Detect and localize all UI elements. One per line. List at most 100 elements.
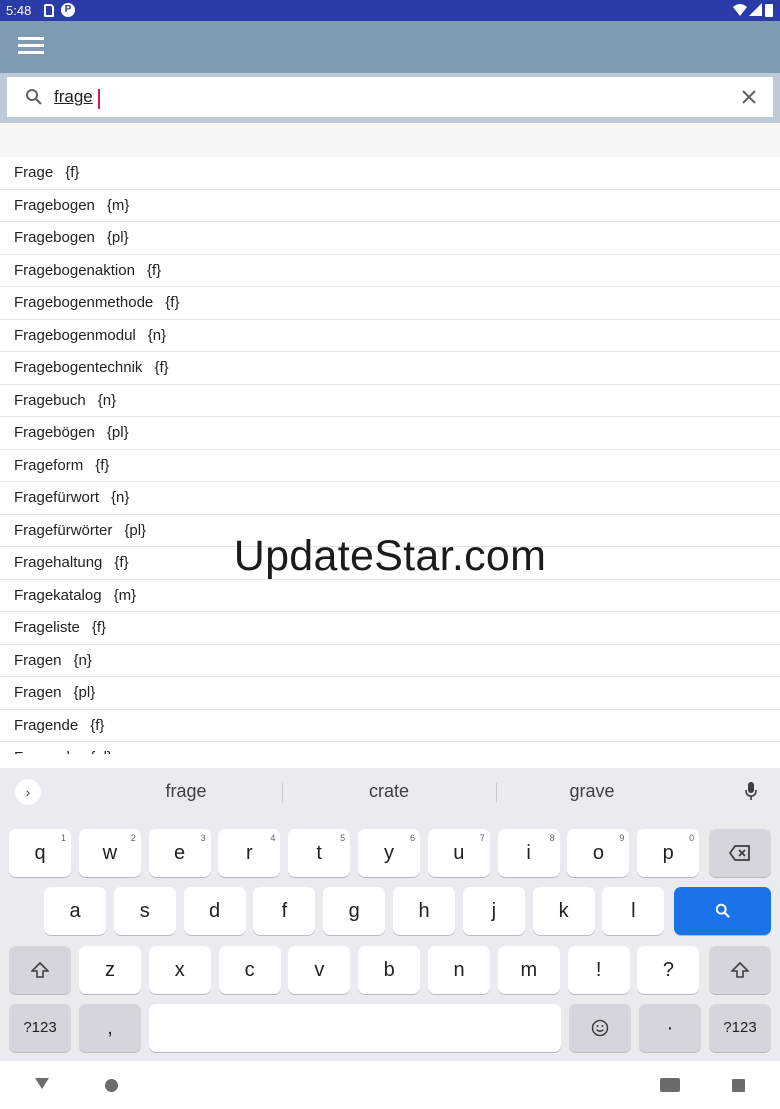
key-n[interactable]: n (428, 946, 490, 994)
entry-gender: {f} (90, 716, 105, 734)
entry-gender: {n} (111, 489, 130, 506)
entry-word: Frage (14, 164, 54, 181)
key-label: e (174, 842, 186, 864)
entry-gender: {m} (106, 196, 130, 214)
key-m[interactable]: m (497, 946, 560, 994)
battery-icon (765, 4, 773, 17)
key-label: r (246, 842, 253, 864)
key-x[interactable]: x (148, 946, 211, 994)
list-item[interactable]: Fragefürwort {n} (0, 482, 780, 515)
key-b[interactable]: b (358, 946, 421, 994)
symbols-key-right[interactable]: ?123 (709, 1004, 771, 1052)
key-e[interactable]: e3 (148, 829, 211, 877)
symbols-key[interactable]: ?123 (9, 1004, 71, 1052)
key-r[interactable]: r4 (218, 829, 281, 877)
key-hint: 7 (479, 833, 485, 843)
list-item[interactable]: Fragebogenaktion {f} (0, 255, 780, 287)
key-o[interactable]: o9 (567, 829, 630, 877)
hamburger-menu-icon[interactable] (18, 36, 44, 56)
entry-gender: {f} (95, 456, 110, 474)
list-item[interactable]: Fragekatalog {m} (0, 580, 780, 612)
period-key[interactable]: · (639, 1004, 701, 1052)
key-s[interactable]: s (113, 887, 176, 935)
entry-gender: {f} (65, 164, 80, 181)
key-c[interactable]: c (218, 946, 281, 994)
app-bar (0, 21, 780, 73)
entry-word: Fragekatalog (14, 586, 102, 604)
shift-key-right[interactable] (709, 946, 771, 994)
key-y[interactable]: y6 (358, 829, 420, 877)
list-item[interactable]: Fragebogen {m} (0, 190, 780, 222)
key-p[interactable]: p0 (637, 829, 700, 877)
key-hint: 2 (130, 833, 136, 843)
key-v[interactable]: v (288, 946, 351, 994)
key-label: i (526, 842, 531, 864)
key-question[interactable]: ? (637, 946, 700, 994)
list-item[interactable]: Frageliste {f} (0, 612, 780, 645)
entry-gender: {pl} (106, 229, 129, 246)
list-item[interactable]: Frageform {f} (0, 450, 780, 482)
suggestion-2[interactable]: crate (289, 781, 489, 802)
close-icon[interactable] (740, 88, 758, 106)
list-item[interactable]: Fragebogen {pl} (0, 222, 780, 255)
key-k[interactable]: k (532, 887, 595, 935)
key-label: p (662, 842, 674, 864)
list-item[interactable]: Fragebögen {pl} (0, 417, 780, 450)
list-item[interactable]: Fragebuch {n} (0, 385, 780, 417)
list-item[interactable]: Fragen {pl} (0, 677, 780, 710)
list-header-spacer (0, 123, 780, 157)
watermark: UpdateStar.com (233, 532, 547, 580)
key-t[interactable]: t5 (288, 829, 351, 877)
suggestion-1[interactable]: frage (86, 781, 286, 802)
shift-icon (730, 961, 750, 978)
key-hint: 1 (60, 833, 66, 843)
key-a[interactable]: a (44, 887, 106, 935)
entry-word: Frageform (14, 456, 84, 474)
key-label: q (34, 842, 46, 864)
key-label: t (316, 842, 322, 864)
home-icon[interactable] (105, 1079, 118, 1092)
list-item[interactable]: Frage {f} (0, 157, 780, 190)
results-list[interactable]: Frage {f} Fragebogen {m} Fragebogen {pl} Frage… (0, 157, 780, 754)
space-key[interactable] (149, 1004, 561, 1052)
shift-key[interactable] (9, 946, 71, 994)
key-i[interactable]: i8 (497, 829, 560, 877)
list-item[interactable]: Fragen {n} (0, 645, 780, 677)
search-key[interactable] (674, 887, 771, 935)
wifi-icon (733, 4, 747, 16)
list-item[interactable]: Fragebogenmodul {n} (0, 320, 780, 352)
keyboard-icon[interactable] (660, 1078, 680, 1092)
backspace-key[interactable] (709, 829, 771, 877)
key-exclamation[interactable]: ! (567, 946, 630, 994)
key-f[interactable]: f (253, 887, 316, 935)
key-h[interactable]: h (393, 887, 455, 935)
key-q[interactable]: q1 (9, 829, 71, 877)
navigation-bar (0, 1061, 780, 1109)
emoji-icon (591, 1019, 609, 1037)
key-u[interactable]: u7 (427, 829, 490, 877)
back-icon[interactable] (35, 1078, 49, 1089)
recents-icon[interactable] (732, 1079, 745, 1092)
search-query[interactable]: frage (54, 87, 93, 107)
key-j[interactable]: j (462, 887, 525, 935)
suggestion-3[interactable]: grave (492, 781, 692, 802)
status-time: 5:48 (6, 3, 32, 18)
emoji-key[interactable] (569, 1004, 631, 1052)
comma-key[interactable]: , (79, 1004, 141, 1052)
list-item[interactable]: Fragende {pl} (0, 742, 780, 754)
key-d[interactable]: d (183, 887, 246, 935)
microphone-icon[interactable] (745, 782, 757, 800)
key-g[interactable]: g (323, 887, 386, 935)
search-input[interactable]: frage (7, 77, 773, 117)
list-item[interactable]: Fragebogenmethode {f} (0, 287, 780, 320)
key-hint: 9 (619, 833, 625, 843)
key-w[interactable]: w2 (78, 829, 141, 877)
key-z[interactable]: z (79, 946, 141, 994)
chevron-right-icon[interactable]: › (15, 779, 41, 805)
entry-word: Fragebögen (14, 424, 95, 441)
list-item[interactable]: Fragebogentechnik {f} (0, 352, 780, 385)
entry-gender: {n} (73, 651, 92, 669)
entry-word: Fragen (14, 651, 62, 669)
key-l[interactable]: l (602, 887, 665, 935)
list-item[interactable]: Fragende {f} (0, 710, 780, 742)
